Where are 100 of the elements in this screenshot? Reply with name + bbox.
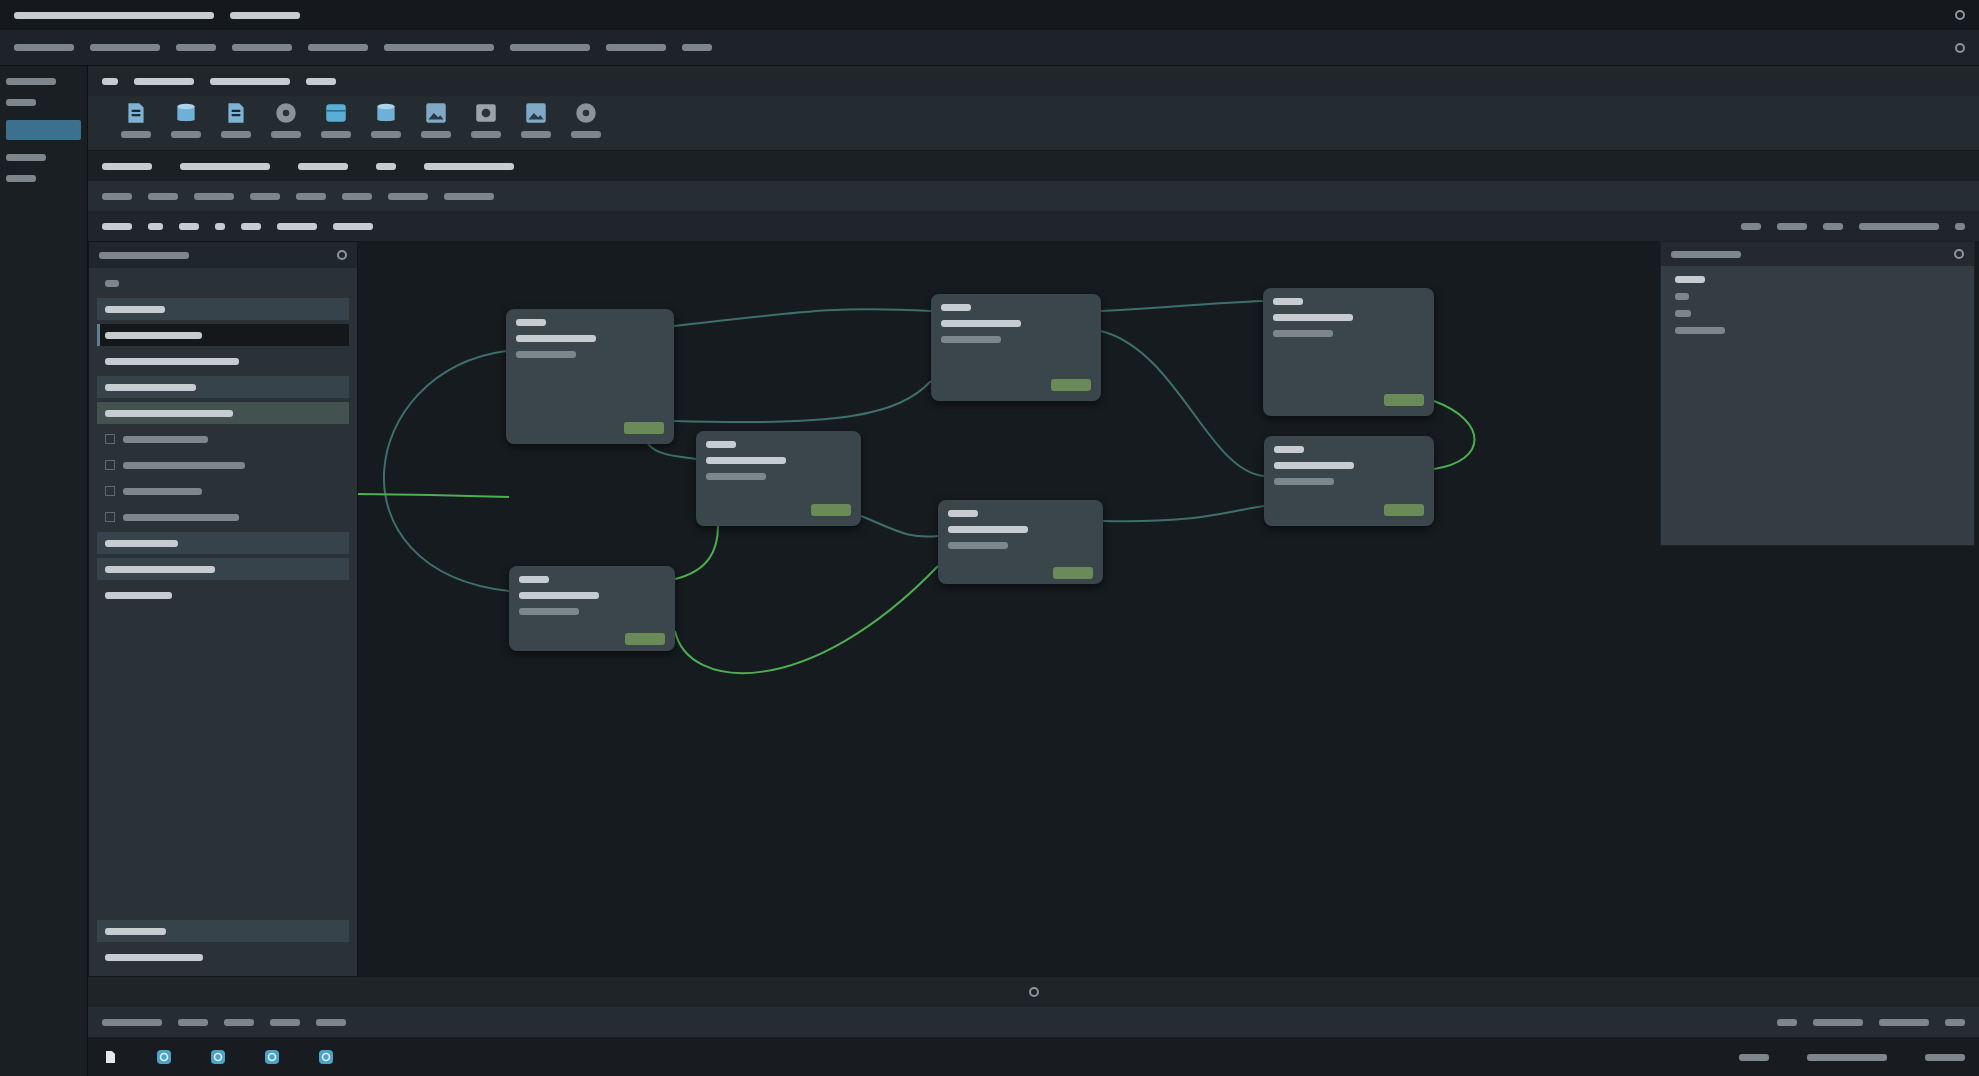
illegible-text — [333, 222, 373, 230]
graph-node[interactable] — [506, 309, 674, 444]
status-icon — [1955, 10, 1965, 20]
illegible-text — [1274, 446, 1304, 453]
graph-node[interactable] — [938, 500, 1103, 584]
illegible-text — [178, 1018, 208, 1026]
illegible-text — [516, 319, 546, 326]
section-header[interactable] — [97, 376, 349, 398]
graph-node[interactable] — [509, 566, 675, 651]
illegible-text — [1675, 293, 1689, 300]
panel-icon[interactable] — [337, 250, 347, 260]
section-header[interactable] — [97, 298, 349, 320]
illegible-text — [1955, 222, 1965, 230]
list-item[interactable] — [97, 324, 349, 346]
illegible-text — [105, 279, 119, 287]
illegible-text — [519, 576, 549, 583]
illegible-text — [519, 608, 579, 615]
checkbox[interactable] — [105, 512, 115, 522]
illegible-text — [388, 192, 428, 200]
illegible-text — [1273, 298, 1303, 305]
illegible-text — [277, 222, 317, 230]
checkbox[interactable] — [105, 460, 115, 470]
illegible-text — [941, 304, 971, 311]
illegible-text — [148, 192, 178, 200]
illegible-text — [1675, 310, 1691, 317]
graph-node[interactable] — [1263, 288, 1434, 416]
illegible-text — [221, 131, 251, 138]
illegible-text — [1739, 1053, 1769, 1061]
illegible-text — [6, 78, 56, 85]
illegible-text — [1777, 1018, 1797, 1026]
illegible-text — [194, 192, 234, 200]
illegible-text — [232, 44, 292, 51]
illegible-text — [102, 77, 118, 85]
illegible-text — [1675, 276, 1705, 283]
illegible-text — [471, 131, 501, 138]
illegible-text — [176, 44, 216, 51]
settings-icon[interactable] — [1955, 42, 1965, 53]
graph-node[interactable] — [931, 294, 1101, 401]
section-header[interactable] — [97, 558, 349, 580]
checkbox[interactable] — [105, 486, 115, 496]
illegible-text — [316, 1018, 346, 1026]
disc-icon[interactable] — [273, 100, 299, 126]
illegible-text — [179, 222, 199, 230]
illegible-text — [102, 222, 132, 230]
section-header[interactable] — [97, 920, 349, 942]
illegible-text — [14, 44, 74, 51]
illegible-text — [6, 175, 36, 182]
illegible-text — [6, 154, 46, 161]
image-icon[interactable] — [523, 100, 549, 126]
illegible-text — [148, 222, 163, 230]
illegible-text — [571, 131, 601, 138]
illegible-text — [102, 1018, 162, 1026]
illegible-text — [308, 44, 368, 51]
illegible-text — [224, 1018, 254, 1026]
illegible-text — [516, 351, 576, 358]
illegible-text — [321, 131, 351, 138]
illegible-text — [444, 192, 494, 200]
illegible-text — [706, 441, 736, 448]
illegible-text — [296, 192, 326, 200]
app-icon[interactable] — [156, 1049, 172, 1065]
illegible-text — [941, 336, 1001, 343]
illegible-text — [706, 473, 766, 480]
illegible-text — [241, 222, 261, 230]
illegible-text — [230, 11, 300, 19]
illegible-text — [306, 77, 336, 85]
illegible-text — [682, 44, 712, 51]
illegible-text — [376, 162, 396, 170]
image-icon[interactable] — [423, 100, 449, 126]
checkbox[interactable] — [105, 434, 115, 444]
scroll-handle[interactable] — [1028, 987, 1039, 997]
graph-node[interactable] — [1264, 436, 1434, 526]
illegible-text — [1813, 1018, 1863, 1026]
illegible-text — [1879, 1018, 1929, 1026]
illegible-text — [948, 542, 1008, 549]
app-icon[interactable] — [210, 1049, 226, 1065]
illegible-text — [1823, 222, 1843, 230]
illegible-text — [6, 99, 36, 106]
section-header[interactable] — [97, 532, 349, 554]
graph-node[interactable] — [696, 431, 861, 526]
disc-icon[interactable] — [573, 100, 599, 126]
app-icon[interactable] — [318, 1049, 334, 1065]
illegible-text — [421, 131, 451, 138]
illegible-text — [90, 44, 160, 51]
illegible-text — [1925, 1053, 1965, 1061]
illegible-text — [271, 131, 301, 138]
list-item[interactable] — [97, 402, 349, 424]
illegible-text — [215, 222, 225, 230]
illegible-text — [270, 1018, 300, 1026]
illegible-text — [105, 927, 166, 935]
illegible-text — [521, 131, 551, 138]
illegible-text — [1274, 478, 1334, 485]
illegible-text — [1273, 330, 1333, 337]
illegible-text — [1741, 222, 1761, 230]
illegible-text — [250, 192, 280, 200]
illegible-text — [298, 162, 348, 170]
illegible-text — [1777, 222, 1807, 230]
panel-icon[interactable] — [1954, 249, 1964, 259]
app-icon[interactable] — [264, 1049, 280, 1065]
illegible-text — [1945, 1018, 1965, 1026]
illegible-text — [1671, 250, 1741, 258]
